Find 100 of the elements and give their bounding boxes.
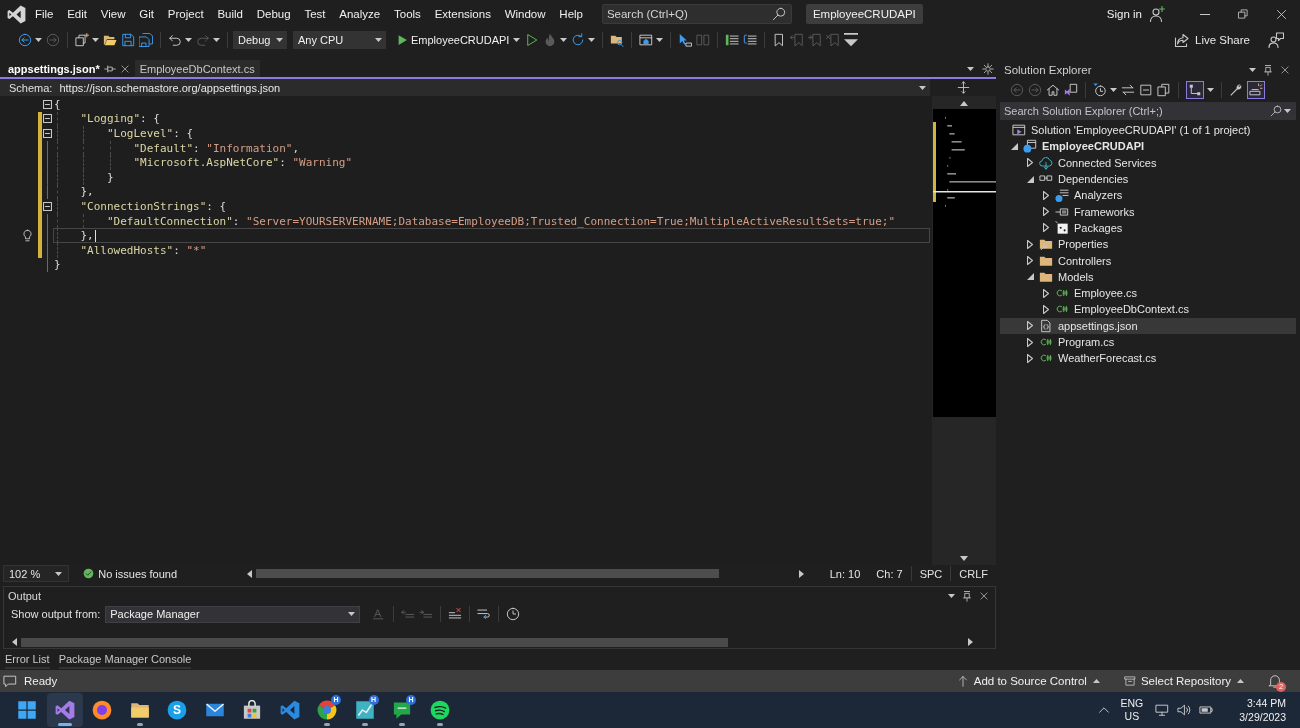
zoom-dropdown[interactable]: 102 %	[3, 565, 70, 582]
caret-icon[interactable]	[35, 38, 42, 42]
folder-open-icon[interactable]	[103, 33, 117, 47]
tree-item[interactable]: EmployeeCRUDAPI	[1000, 138, 1296, 155]
menu-item[interactable]: File	[28, 6, 61, 22]
expand-arrow-icon[interactable]	[1027, 158, 1033, 168]
expand-arrow-icon[interactable]	[1027, 256, 1033, 265]
folder-search-icon[interactable]	[610, 33, 625, 47]
collapse-arrow-icon[interactable]	[1026, 175, 1034, 183]
dropdown[interactable]: Debug	[233, 31, 287, 49]
whitespace-indicator[interactable]: SPC	[910, 566, 951, 581]
close-icon[interactable]	[1280, 64, 1290, 75]
scroll-left-icon[interactable]	[12, 638, 17, 646]
save-icon[interactable]	[121, 33, 135, 47]
refresh-icon[interactable]	[571, 33, 586, 47]
restore-icon[interactable]	[1237, 8, 1249, 20]
expand-arrow-icon[interactable]	[1043, 288, 1049, 298]
collapse-arrow-icon[interactable]	[1026, 273, 1034, 281]
tree-item[interactable]: Program.cs	[1000, 333, 1296, 351]
scroll-up-icon[interactable]	[960, 101, 968, 106]
expand-arrow-icon[interactable]	[1027, 337, 1033, 347]
editor-tab[interactable]: EmployeeDbContext.cs	[134, 60, 260, 77]
pin-icon[interactable]	[1262, 63, 1274, 76]
message-icon[interactable]	[3, 674, 17, 688]
tree-view-icon[interactable]	[1186, 80, 1204, 99]
menu-item[interactable]: View	[93, 6, 133, 22]
caret-icon[interactable]	[513, 38, 521, 42]
caret-icon[interactable]	[1110, 87, 1117, 92]
tree-item[interactable]: Packages	[1000, 219, 1296, 237]
menu-item[interactable]: Extensions	[427, 6, 498, 22]
column-indicator[interactable]: Ch: 7	[868, 566, 911, 581]
collapse-all-icon[interactable]	[1139, 82, 1153, 97]
tree-item[interactable]: appsettings.json	[1000, 317, 1296, 334]
cursor-icon[interactable]	[678, 33, 693, 47]
split-icon[interactable]	[956, 81, 970, 94]
tree-item[interactable]: EmployeeDbContext.cs	[1000, 301, 1296, 318]
sync-arrows-icon[interactable]	[1121, 82, 1135, 97]
collapse-region-icon[interactable]	[43, 114, 52, 124]
expand-arrow-icon[interactable]	[1027, 321, 1033, 331]
new-item-icon[interactable]	[75, 33, 89, 47]
minimap-drawing[interactable]	[932, 109, 996, 417]
collapse-arrow-icon[interactable]	[1010, 142, 1018, 150]
switch-views-icon[interactable]	[1064, 82, 1078, 97]
expand-arrow-icon[interactable]	[1043, 304, 1049, 314]
expand-arrow-icon[interactable]	[1027, 239, 1033, 249]
tree-item[interactable]: Frameworks	[1000, 203, 1296, 220]
schema-dropdown[interactable]: https://json.schemastore.org/appsettings.json	[56, 79, 930, 96]
uncomment-lines-icon[interactable]	[743, 33, 758, 47]
menu-item[interactable]: Help	[552, 6, 590, 22]
add-person-icon[interactable]	[1149, 6, 1165, 22]
live-share-button[interactable]: Live Share	[1174, 32, 1250, 48]
caret-icon[interactable]	[967, 66, 974, 71]
tree-item[interactable]: Properties	[1000, 236, 1296, 253]
scroll-left-icon[interactable]	[247, 569, 253, 578]
issues-status[interactable]: No issues found	[98, 567, 178, 580]
close-icon[interactable]	[1274, 7, 1288, 21]
scroll-right-icon[interactable]	[968, 638, 973, 646]
sign-in-link[interactable]: Sign in	[1106, 8, 1142, 20]
clock-icon[interactable]	[1093, 82, 1107, 97]
source-control-button[interactable]: Add to Source Control	[956, 675, 1102, 687]
search-icon[interactable]	[1270, 105, 1282, 117]
menu-item[interactable]: Project	[160, 6, 211, 22]
close-icon[interactable]	[119, 63, 130, 74]
clock[interactable]: 3:44 PM 3/29/2023	[1239, 696, 1286, 724]
line-ending-indicator[interactable]: CRLF	[950, 566, 996, 581]
play-outline-icon[interactable]	[525, 33, 540, 47]
tree-item[interactable]: Solution 'EmployeeCRUDAPI' (1 of 1 project)	[1000, 122, 1296, 139]
expand-arrow-icon[interactable]	[1043, 207, 1049, 217]
collapse-region-icon[interactable]	[43, 201, 52, 211]
menu-item[interactable]: Window	[497, 6, 553, 22]
tree-item[interactable]: WeatherForecast.cs	[1000, 350, 1296, 367]
pin-icon[interactable]	[103, 62, 116, 75]
overflow-icon[interactable]	[844, 33, 859, 47]
copy-pages-icon[interactable]	[1157, 82, 1171, 97]
wrench-icon[interactable]	[1229, 82, 1243, 97]
ribbon-logo-icon[interactable]	[7, 4, 26, 24]
scroll-down-icon[interactable]	[960, 556, 968, 561]
expand-arrow-icon[interactable]	[1043, 190, 1049, 200]
feedback-icon[interactable]	[1268, 32, 1284, 48]
search-field[interactable]: Search (Ctrl+Q)	[601, 4, 792, 24]
dropdown[interactable]: Any CPU	[293, 31, 386, 49]
expand-arrow-icon[interactable]	[1027, 353, 1033, 363]
repository-button[interactable]: Select Repository	[1123, 675, 1246, 687]
scroll-right-icon[interactable]	[798, 569, 804, 578]
collapse-region-icon[interactable]	[43, 99, 52, 109]
caret-icon[interactable]	[1207, 87, 1214, 92]
tree-item[interactable]: Connected Services	[1000, 154, 1296, 171]
clock-icon[interactable]	[506, 607, 521, 621]
settings-icon[interactable]	[982, 62, 994, 75]
tree-item[interactable]: Controllers	[1000, 252, 1296, 269]
caret-icon[interactable]	[185, 38, 192, 42]
menu-item[interactable]: Tools	[387, 6, 428, 22]
expand-arrow-icon[interactable]	[1043, 223, 1049, 233]
collapse-region-icon[interactable]	[43, 129, 52, 138]
caret-icon[interactable]	[948, 593, 955, 598]
caret-icon[interactable]	[656, 38, 664, 42]
battery-icon[interactable]	[1199, 703, 1214, 717]
menu-item[interactable]: Analyze	[332, 6, 388, 22]
tree-item[interactable]: Analyzers	[1000, 187, 1296, 204]
monitor-icon[interactable]	[1155, 703, 1170, 717]
